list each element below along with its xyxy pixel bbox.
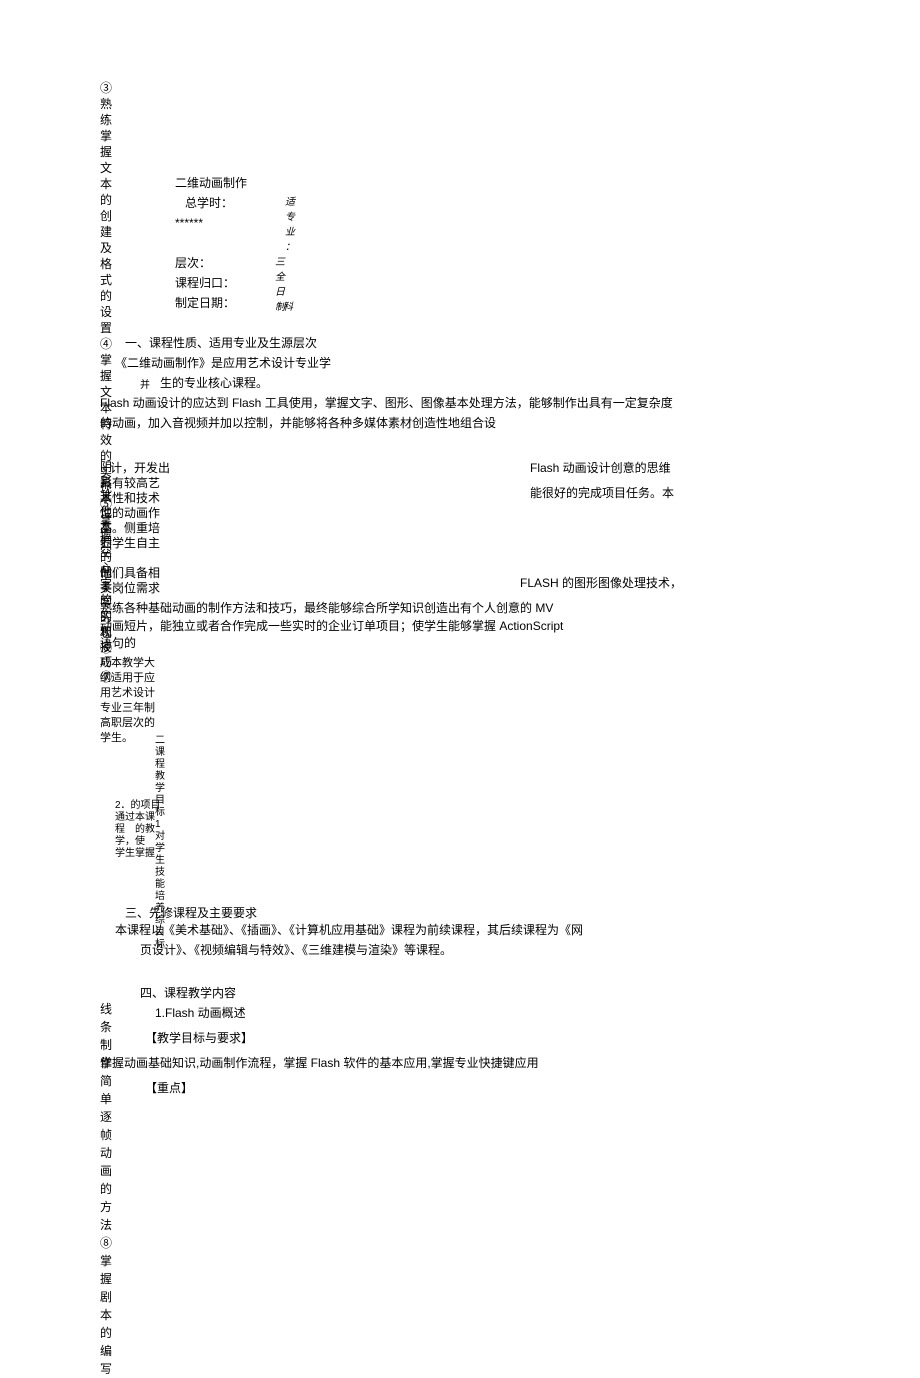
s3-title: 三、先修课程及主要要求 [125,905,257,921]
s1-line16b: 纲适用于应 [100,670,155,686]
s1-line9: 品。侧重培 [100,520,160,536]
s1-right3: FLASH 的图形图像处理技术， [520,575,682,591]
s1-line12: 关岗位需求 [100,580,160,596]
s1-line2: 生的专业核心课程。 [160,375,268,391]
s4-line1: 掌握动画基础知识,动画制作流程，掌握 Flash 软件的基本应用,掌握专业快捷键… [100,1055,539,1071]
s1-line4: 的动画，加入音视频并加以控制，并能够将各种多媒体素材创造性地组合设 [100,415,496,431]
s1-right2: 能很好的完成项目任务。本 [530,485,674,501]
s1-line5: 计，开发出 [110,460,170,476]
s1-line17: 用艺术设计 [100,685,155,701]
s1-line19: 高职层次的 [100,715,155,731]
s1-line20: 学生。 [100,730,133,746]
rc2: 专 [285,210,295,226]
s1-line16a: 成本教学大 [100,655,155,671]
s2-sub: 2．的项目 通过本课程 的教学，使 学生掌握 [115,800,163,860]
s1-line8: 性的动画作 [100,505,160,521]
total-hours-label: 总学时： [185,195,233,211]
s4-label2: 【重点】 [145,1080,193,1096]
s1-line13: 熟练各种基础动画的制作方法和技巧，最终能够综合所学知识创造出有个人创意的 MV [100,600,553,616]
course-dept-label: 课程归口： [175,275,235,291]
rc9: 科 [283,300,293,316]
s1-line2-dash: 并 [140,378,150,394]
rc5: 三 [275,255,285,271]
s1-line3: Flash 动画设计的应达到 Flash 工具使用，掌握文字、图形、图像基本处理… [100,395,673,411]
doc-title: 二维动画制作 [175,175,247,191]
section1-title: 一、课程性质、适用专业及生源层次 [125,335,317,351]
rc3: 业 [285,225,295,241]
s1-right1: Flash 动画设计创意的思维 [530,460,671,476]
rc7: 日 [275,285,285,301]
s1-line1: 《二维动画制作》是应用艺术设计专业学 [115,355,331,371]
rc4: ： [285,240,295,256]
rc6: 全 [275,270,285,286]
s1-line18: 专业三年制 [100,700,155,716]
s4-label1: 【教学目标与要求】 [145,1030,253,1046]
s3-line2: 页设计》、《视频编辑与特效》、《三维建模与渲染》等课程。 [140,942,452,958]
s4-sub1: 1.Flash 动画概述 [155,1005,246,1021]
s1-line11: 他们具备相 [100,565,160,581]
stars: ****** [175,215,203,231]
s4-title: 四、课程教学内容 [140,985,236,1001]
s1-line6: 具有较高艺 [100,475,160,491]
rc1: 适 [285,195,295,211]
s1-line10: 养学生自主 [100,535,160,551]
level-label: 层次： [175,255,211,271]
s3-line1: 本课程以《美术基础》、《插画》、《计算机应用基础》课程为前续课程，其后续课程为《… [115,922,583,938]
s1-line15: 语句的 [100,635,136,651]
s1-line7: 术性和技术 [100,490,160,506]
date-label: 制定日期： [175,295,235,311]
s1-line14: 动画短片，能独立或者合作完成一些实时的企业订单项目；使学生能够掌握 Action… [100,618,563,634]
